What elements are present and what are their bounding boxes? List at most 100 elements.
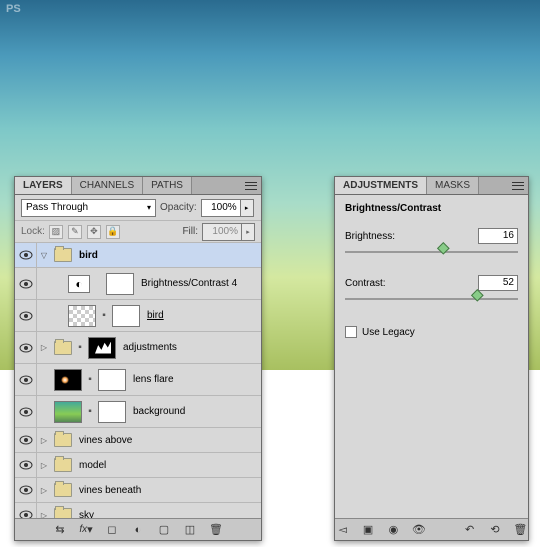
layer-background[interactable]: ▪ background xyxy=(15,396,261,428)
brightness-slider[interactable] xyxy=(345,247,518,261)
use-legacy-checkbox[interactable] xyxy=(345,326,357,338)
tab-channels[interactable]: CHANNELS xyxy=(72,177,143,194)
expand-view-icon[interactable]: ▣ xyxy=(360,522,375,538)
layer-mask-icon[interactable]: ◻ xyxy=(104,522,120,538)
fill-input[interactable]: 100% xyxy=(202,223,242,241)
tab-layers[interactable]: LAYERS xyxy=(15,177,72,194)
brightness-input[interactable]: 16 xyxy=(478,228,518,244)
lock-all-icon[interactable]: 🔒 xyxy=(106,225,120,239)
link-icon[interactable]: ▪ xyxy=(75,342,85,353)
tab-paths[interactable]: PATHS xyxy=(143,177,192,194)
panel-menu-button[interactable] xyxy=(241,177,261,194)
opacity-label: Opacity: xyxy=(160,202,197,213)
layer-group-vines-beneath[interactable]: ▷ vines beneath xyxy=(15,478,261,503)
adjustment-thumb xyxy=(68,275,90,293)
adjustments-panel: ADJUSTMENTS MASKS Brightness/Contrast Br… xyxy=(334,176,529,541)
layer-bird-bitmap[interactable]: ▪ bird xyxy=(15,300,261,332)
layer-brightness-contrast-4[interactable]: Brightness/Contrast 4 xyxy=(15,268,261,300)
group-icon[interactable]: ▢ xyxy=(156,522,172,538)
visibility-toggle[interactable] xyxy=(15,300,37,331)
view-previous-icon[interactable]: ↶ xyxy=(462,522,477,538)
contrast-slider[interactable] xyxy=(345,294,518,308)
trash-icon[interactable]: 🗑 xyxy=(208,522,224,538)
visibility-toggle[interactable] xyxy=(15,268,37,299)
blend-mode-select[interactable]: Pass Through ▾ xyxy=(21,199,156,217)
visibility-toggle[interactable] xyxy=(15,396,37,427)
return-to-list-icon[interactable]: ◅ xyxy=(335,522,350,538)
layer-name: vines beneath xyxy=(75,485,145,496)
chevron-down-icon: ▾ xyxy=(147,203,151,212)
watermark: PS xyxy=(6,3,21,15)
fx-icon[interactable]: fx▾ xyxy=(78,522,94,538)
fill-popup-arrow[interactable]: ▸ xyxy=(241,223,255,241)
mask-thumb xyxy=(112,305,140,327)
visibility-toggle[interactable] xyxy=(15,364,37,395)
layer-name: model xyxy=(75,460,110,471)
clip-to-layer-icon[interactable]: ◉ xyxy=(386,522,401,538)
layer-name: bird xyxy=(75,250,102,261)
layer-thumb xyxy=(54,369,82,391)
blend-mode-value: Pass Through xyxy=(26,202,88,213)
use-legacy-label: Use Legacy xyxy=(362,327,415,338)
folder-icon xyxy=(54,341,72,355)
disclosure-triangle[interactable]: ▽ xyxy=(37,251,51,260)
folder-icon xyxy=(54,458,72,472)
link-icon[interactable]: ▪ xyxy=(85,374,95,385)
link-icon[interactable]: ▪ xyxy=(85,406,95,417)
layer-name: Brightness/Contrast 4 xyxy=(137,278,241,289)
blend-opacity-row: Pass Through ▾ Opacity: 100% ▸ xyxy=(15,195,261,221)
layers-list: ▽ bird Brightness/Contrast 4 ▪ bird ▷ ▪ xyxy=(15,243,261,528)
panel-menu-button[interactable] xyxy=(508,177,528,194)
visibility-toggle[interactable] xyxy=(15,453,37,477)
layers-tabs: LAYERS CHANNELS PATHS xyxy=(15,177,261,195)
layer-thumb xyxy=(54,401,82,423)
new-layer-icon[interactable]: ◫ xyxy=(182,522,198,538)
mask-thumb xyxy=(88,337,116,359)
layer-group-vines-above[interactable]: ▷ vines above xyxy=(15,428,261,453)
folder-icon xyxy=(54,483,72,497)
folder-icon xyxy=(54,433,72,447)
layers-footer: ⇆ fx▾ ◻ ◐ ▢ ◫ 🗑 xyxy=(15,518,261,540)
layers-panel: LAYERS CHANNELS PATHS Pass Through ▾ Opa… xyxy=(14,176,262,541)
layer-thumb xyxy=(68,305,96,327)
mask-thumb xyxy=(98,401,126,423)
tab-adjustments[interactable]: ADJUSTMENTS xyxy=(335,177,427,194)
disclosure-triangle[interactable]: ▷ xyxy=(37,461,51,470)
opacity-input[interactable]: 100% xyxy=(201,199,241,217)
brightness-label: Brightness: xyxy=(345,231,395,242)
fill-label: Fill: xyxy=(182,226,198,237)
layer-name: adjustments xyxy=(119,342,181,353)
folder-icon xyxy=(54,248,72,262)
link-layers-icon[interactable]: ⇆ xyxy=(52,522,68,538)
adjustment-layer-icon[interactable]: ◐ xyxy=(130,522,146,538)
layer-group-bird[interactable]: ▽ bird xyxy=(15,243,261,268)
lock-position-icon[interactable]: ✥ xyxy=(87,225,101,239)
reset-icon[interactable]: ⟲ xyxy=(487,522,502,538)
link-icon[interactable]: ▪ xyxy=(99,310,109,321)
contrast-label: Contrast: xyxy=(345,278,386,289)
visibility-toggle[interactable] xyxy=(15,243,37,267)
disclosure-triangle[interactable]: ▷ xyxy=(37,436,51,445)
layer-lens-flare[interactable]: ▪ lens flare xyxy=(15,364,261,396)
contrast-input[interactable]: 52 xyxy=(478,275,518,291)
disclosure-triangle[interactable]: ▷ xyxy=(37,343,51,352)
layer-name: vines above xyxy=(75,435,136,446)
mask-thumb xyxy=(106,273,134,295)
disclosure-triangle[interactable]: ▷ xyxy=(37,486,51,495)
lock-label: Lock: xyxy=(21,226,45,237)
layer-group-adjustments[interactable]: ▷ ▪ adjustments xyxy=(15,332,261,364)
opacity-popup-arrow[interactable]: ▸ xyxy=(240,199,254,217)
trash-icon[interactable]: 🗑 xyxy=(513,522,528,538)
layer-name: background xyxy=(129,406,189,417)
visibility-toggle[interactable] xyxy=(15,332,37,363)
lock-transparent-icon[interactable]: ▨ xyxy=(49,225,63,239)
layer-name: bird xyxy=(143,310,168,321)
visibility-toggle[interactable] xyxy=(15,428,37,452)
lock-pixels-icon[interactable]: ✎ xyxy=(68,225,82,239)
visibility-toggle[interactable] xyxy=(15,478,37,502)
tab-masks[interactable]: MASKS xyxy=(427,177,479,194)
adjustments-tabs: ADJUSTMENTS MASKS xyxy=(335,177,528,195)
mask-thumb xyxy=(98,369,126,391)
layer-group-model[interactable]: ▷ model xyxy=(15,453,261,478)
toggle-visibility-icon[interactable]: 👁 xyxy=(411,522,426,538)
